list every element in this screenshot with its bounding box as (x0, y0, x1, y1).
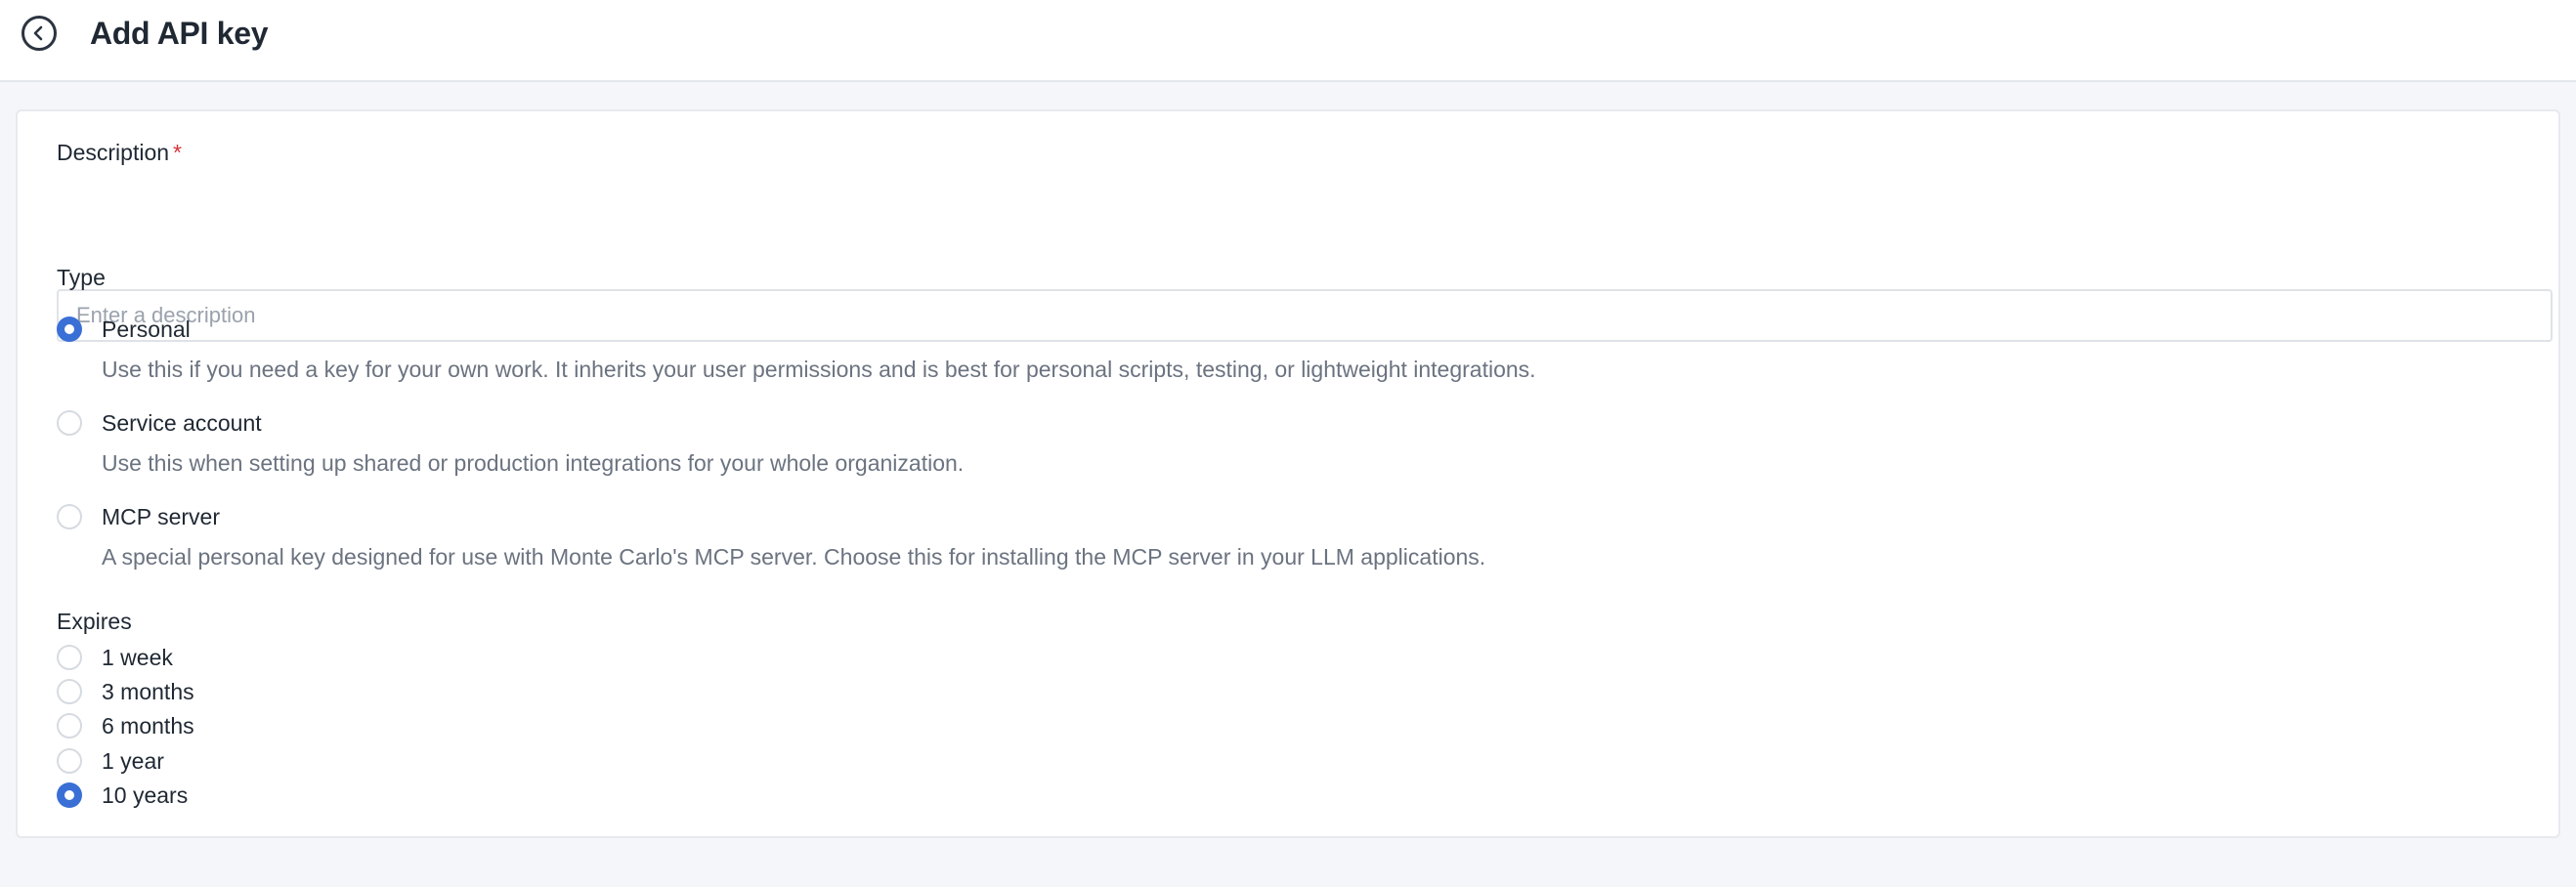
type-option-personal-help: Use this if you need a key for your own … (102, 357, 1536, 382)
page-header: Add API key (0, 0, 2576, 82)
description-input[interactable] (57, 289, 2553, 342)
expires-option-10-years[interactable]: 10 years (102, 781, 188, 809)
description-label: Description * (57, 139, 182, 166)
type-option-mcp-server-help: A special personal key designed for use … (102, 544, 1486, 570)
required-mark: * (173, 140, 182, 165)
expires-radio-1-year[interactable] (57, 748, 82, 774)
expires-radio-1-week[interactable] (57, 645, 82, 670)
type-radio-personal[interactable] (57, 317, 82, 342)
page-title: Add API key (90, 16, 269, 51)
chevron-left-icon (33, 25, 43, 41)
type-option-service-account-label[interactable]: Service account (102, 409, 262, 437)
expires-option-1-week[interactable]: 1 week (102, 644, 173, 671)
expires-option-1-year[interactable]: 1 year (102, 747, 164, 775)
expires-radio-3-months[interactable] (57, 679, 82, 704)
expires-radio-6-months[interactable] (57, 713, 82, 739)
type-radio-mcp-server[interactable] (57, 504, 82, 529)
expires-radio-10-years[interactable] (57, 782, 82, 808)
type-label: Type (57, 265, 106, 290)
description-label-text: Description (57, 140, 170, 165)
add-api-key-form: Description* Type Personal Use this if y… (16, 109, 2560, 838)
type-radio-service-account[interactable] (57, 410, 82, 436)
expires-option-6-months[interactable]: 6 months (102, 712, 194, 739)
type-option-service-account-help: Use this when setting up shared or produ… (102, 450, 965, 476)
expires-label: Expires (57, 609, 132, 634)
back-button[interactable] (21, 16, 57, 51)
type-option-mcp-server-label[interactable]: MCP server (102, 503, 220, 530)
expires-option-3-months[interactable]: 3 months (102, 678, 194, 705)
type-option-personal-label[interactable]: Personal (102, 316, 191, 343)
